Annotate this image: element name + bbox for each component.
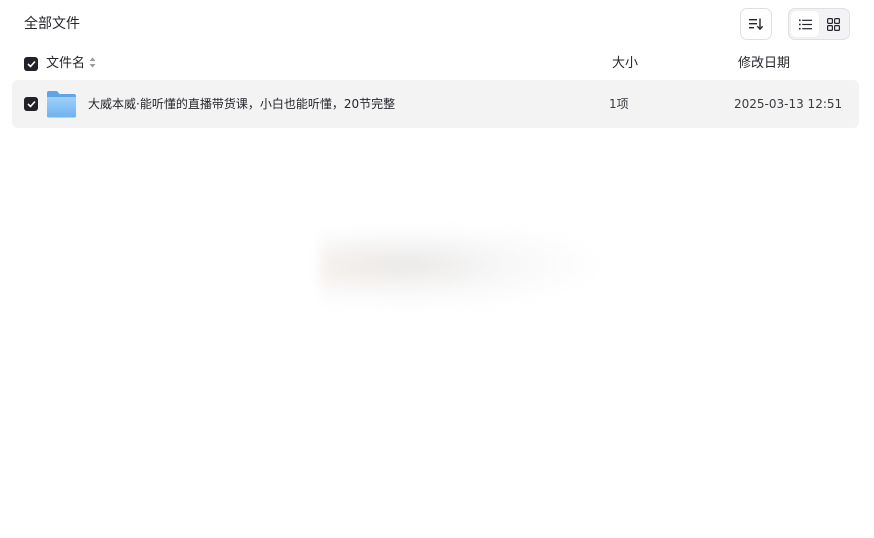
checkmark-icon	[26, 100, 36, 108]
file-modified-date: 2025-03-13 12:51	[734, 97, 843, 111]
grid-view-button[interactable]	[819, 11, 847, 37]
column-header-size[interactable]: 大小	[612, 56, 638, 72]
grid-icon	[826, 17, 840, 31]
view-toggle	[788, 8, 850, 40]
sort-list-icon	[749, 18, 763, 30]
file-size: 1项	[609, 97, 629, 111]
breadcrumb-title[interactable]: 全部文件	[24, 15, 80, 33]
row-checkbox[interactable]	[24, 97, 38, 111]
sort-caret-icon[interactable]	[89, 57, 96, 72]
loading-placeholder	[320, 232, 610, 312]
folder-icon	[47, 91, 76, 118]
checkmark-icon	[26, 60, 36, 68]
select-all-checkbox[interactable]	[24, 57, 38, 71]
column-header-name[interactable]: 文件名	[46, 56, 85, 72]
sort-button[interactable]	[740, 8, 772, 40]
column-header-date[interactable]: 修改日期	[738, 56, 790, 72]
table-header: 文件名 大小 修改日期	[0, 48, 874, 80]
table-row[interactable]: 大威本威·能听懂的直播带货课，小白也能听懂，20节完整 1项 2025-03-1…	[12, 80, 859, 128]
toolbar: 全部文件	[0, 0, 874, 48]
file-name[interactable]: 大威本威·能听懂的直播带货课，小白也能听懂，20节完整	[88, 96, 395, 112]
file-manager: 全部文件 文件名 大小 修改日期 大威本威·能听懂的直播带货课，小白也能听懂，2…	[0, 0, 874, 538]
list-icon	[798, 19, 812, 29]
list-view-button[interactable]	[791, 11, 819, 37]
